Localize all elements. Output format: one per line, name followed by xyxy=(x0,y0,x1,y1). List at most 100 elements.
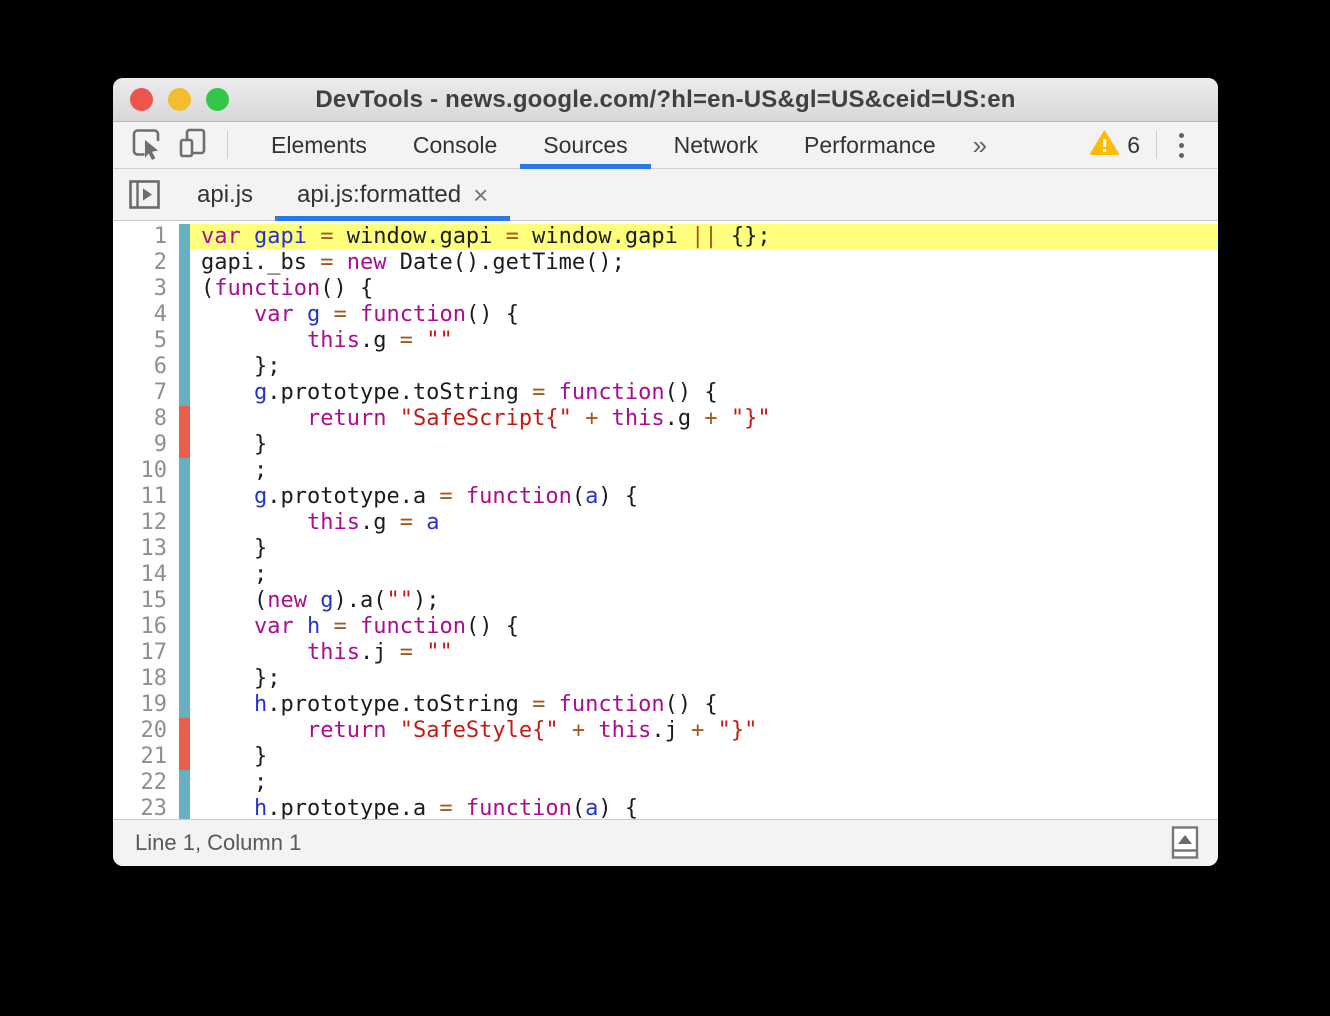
line-number[interactable]: 11 xyxy=(113,484,179,510)
code-text[interactable]: gapi._bs = new Date().getTime(); xyxy=(190,250,1218,276)
code-line[interactable]: 15 (new g).a(""); xyxy=(113,588,1218,614)
code-text[interactable]: return "SafeScript{" + this.g + "}" xyxy=(190,406,1218,432)
line-number[interactable]: 3 xyxy=(113,276,179,302)
line-number[interactable]: 15 xyxy=(113,588,179,614)
line-number[interactable]: 19 xyxy=(113,692,179,718)
inspect-element-icon[interactable] xyxy=(129,126,163,165)
warning-icon xyxy=(1090,130,1120,161)
code-line[interactable]: 3 (function() { xyxy=(113,276,1218,302)
code-text[interactable]: ; xyxy=(190,770,1218,796)
code-text[interactable]: } xyxy=(190,536,1218,562)
tab-sources[interactable]: Sources xyxy=(520,122,651,169)
code-line[interactable]: 2 gapi._bs = new Date().getTime(); xyxy=(113,250,1218,276)
code-line[interactable]: 4 var g = function() { xyxy=(113,302,1218,328)
line-number[interactable]: 5 xyxy=(113,328,179,354)
code-token: function xyxy=(465,484,572,509)
code-text[interactable]: var gapi = window.gapi = window.gapi || … xyxy=(190,224,1218,250)
code-text[interactable]: var h = function() { xyxy=(190,614,1218,640)
line-number[interactable]: 4 xyxy=(113,302,179,328)
code-token: this xyxy=(306,328,360,353)
code-text[interactable]: this.g = "" xyxy=(190,328,1218,354)
code-line[interactable]: 6 }; xyxy=(113,354,1218,380)
tab-performance[interactable]: Performance xyxy=(781,122,959,168)
more-panels-chevron: » xyxy=(972,129,988,160)
code-text[interactable]: h.prototype.a = function(a) { xyxy=(190,796,1218,819)
code-line[interactable]: 13 } xyxy=(113,536,1218,562)
code-text[interactable]: g.prototype.toString = function() { xyxy=(190,380,1218,406)
code-line[interactable]: 14 ; xyxy=(113,562,1218,588)
device-toolbar-icon[interactable] xyxy=(177,126,211,165)
code-line[interactable]: 8 return "SafeScript{" + this.g + "}" xyxy=(113,406,1218,432)
file-tab-api-js-formatted[interactable]: api.js:formatted × xyxy=(275,169,511,221)
coverage-bar-used xyxy=(179,224,190,250)
code-token: ( xyxy=(201,276,215,301)
code-text[interactable]: ; xyxy=(190,562,1218,588)
line-number[interactable]: 23 xyxy=(113,796,179,819)
code-text[interactable]: this.g = a xyxy=(190,510,1218,536)
code-text[interactable]: this.j = "" xyxy=(190,640,1218,666)
line-number[interactable]: 21 xyxy=(113,744,179,770)
minimize-window-button[interactable] xyxy=(168,88,191,111)
line-number[interactable]: 9 xyxy=(113,432,179,458)
code-text[interactable]: } xyxy=(190,744,1218,770)
line-number[interactable]: 10 xyxy=(113,458,179,484)
zoom-window-button[interactable] xyxy=(206,88,229,111)
code-text[interactable]: ; xyxy=(190,458,1218,484)
code-line[interactable]: 10 ; xyxy=(113,458,1218,484)
code-line[interactable]: 12 this.g = a xyxy=(113,510,1218,536)
line-number[interactable]: 22 xyxy=(113,770,179,796)
code-token: ( xyxy=(201,588,268,613)
navigator-toggle-button[interactable] xyxy=(113,169,175,220)
more-panels-button[interactable]: » xyxy=(959,122,1001,168)
customize-devtools-button[interactable] xyxy=(1157,132,1206,158)
code-line[interactable]: 19 h.prototype.toString = function() { xyxy=(113,692,1218,718)
tab-network[interactable]: Network xyxy=(651,122,781,168)
tab-elements[interactable]: Elements xyxy=(248,122,390,168)
line-number[interactable]: 18 xyxy=(113,666,179,692)
file-tab-api-js[interactable]: api.js xyxy=(175,169,275,220)
code-text[interactable]: }; xyxy=(190,354,1218,380)
scroll-to-top-button[interactable] xyxy=(1166,824,1204,862)
line-number[interactable]: 7 xyxy=(113,380,179,406)
devtools-window: DevTools - news.google.com/?hl=en-US&gl=… xyxy=(113,78,1218,866)
code-text[interactable]: var g = function() { xyxy=(190,302,1218,328)
window-titlebar[interactable]: DevTools - news.google.com/?hl=en-US&gl=… xyxy=(113,78,1218,122)
line-number[interactable]: 20 xyxy=(113,718,179,744)
code-line[interactable]: 1 var gapi = window.gapi = window.gapi ||… xyxy=(113,224,1218,250)
code-text[interactable]: } xyxy=(190,432,1218,458)
line-number[interactable]: 12 xyxy=(113,510,179,536)
tab-label: Network xyxy=(673,131,758,158)
code-text[interactable]: (new g).a(""); xyxy=(190,588,1218,614)
code-editor[interactable]: 1 var gapi = window.gapi = window.gapi ||… xyxy=(113,221,1218,819)
line-number[interactable]: 13 xyxy=(113,536,179,562)
code-line[interactable]: 17 this.j = "" xyxy=(113,640,1218,666)
close-tab-icon[interactable]: × xyxy=(473,182,488,208)
code-line[interactable]: 22 ; xyxy=(113,770,1218,796)
line-number[interactable]: 14 xyxy=(113,562,179,588)
code-text[interactable]: g.prototype.a = function(a) { xyxy=(190,484,1218,510)
line-number[interactable]: 16 xyxy=(113,614,179,640)
code-line[interactable]: 11 g.prototype.a = function(a) { xyxy=(113,484,1218,510)
code-text[interactable]: return "SafeStyle{" + this.j + "}" xyxy=(190,718,1218,744)
console-warning-counter[interactable]: 6 xyxy=(1090,130,1156,161)
line-number[interactable]: 1 xyxy=(113,224,179,250)
code-text[interactable]: h.prototype.toString = function() { xyxy=(190,692,1218,718)
line-number[interactable]: 2 xyxy=(113,250,179,276)
code-line[interactable]: 9 } xyxy=(113,432,1218,458)
code-text[interactable]: }; xyxy=(190,666,1218,692)
code-line[interactable]: 7 g.prototype.toString = function() { xyxy=(113,380,1218,406)
close-window-button[interactable] xyxy=(130,88,153,111)
code-line[interactable]: 21 } xyxy=(113,744,1218,770)
code-line[interactable]: 23 h.prototype.a = function(a) { xyxy=(113,796,1218,819)
line-number[interactable]: 6 xyxy=(113,354,179,380)
code-line[interactable]: 18 }; xyxy=(113,666,1218,692)
line-number[interactable]: 8 xyxy=(113,406,179,432)
code-line[interactable]: 5 this.g = "" xyxy=(113,328,1218,354)
line-number[interactable]: 17 xyxy=(113,640,179,666)
code-text[interactable]: (function() { xyxy=(190,276,1218,302)
code-line[interactable]: 20 return "SafeStyle{" + this.j + "}" xyxy=(113,718,1218,744)
tab-console[interactable]: Console xyxy=(390,122,520,168)
code-line[interactable]: 16 var h = function() { xyxy=(113,614,1218,640)
